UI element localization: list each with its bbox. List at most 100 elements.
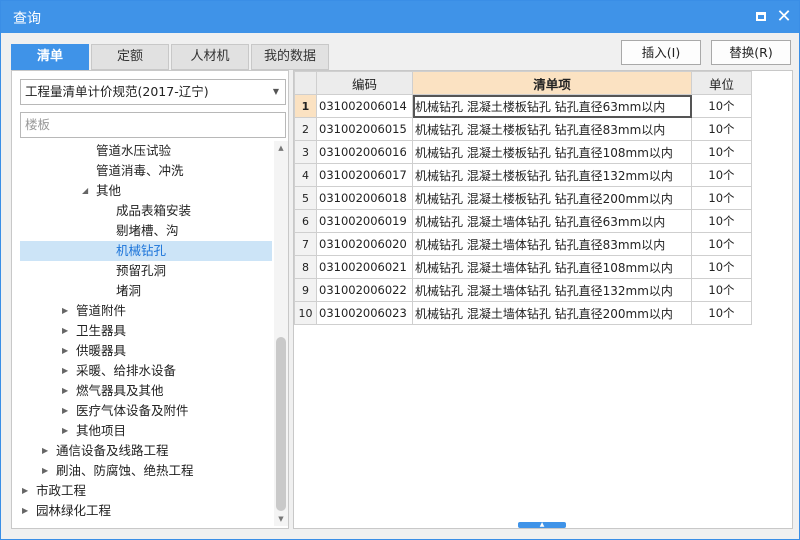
tree-item[interactable]: ▶ 其他项目 [20,421,272,441]
unit-cell[interactable]: 10个 [691,94,752,118]
tree-item[interactable]: 堵洞 [20,281,272,301]
chevron-right-icon[interactable]: ▶ [62,321,68,341]
name-cell[interactable]: 机械钻孔 混凝土楼板钻孔 钻孔直径108mm以内 [412,140,692,164]
table-row[interactable]: 8 031002006021 机械钻孔 混凝土墙体钻孔 钻孔直径108mm以内 10个 [294,255,752,279]
chevron-right-icon[interactable]: ▶ [62,361,68,381]
unit-cell[interactable]: 10个 [691,163,752,187]
code-cell[interactable]: 031002006017 [316,163,413,187]
table-row[interactable]: 1 031002006014 机械钻孔 混凝土楼板钻孔 钻孔直径63mm以内 10个 [294,94,752,118]
name-cell[interactable]: 机械钻孔 混凝土楼板钻孔 钻孔直径200mm以内 [412,186,692,210]
name-cell[interactable]: 机械钻孔 混凝土楼板钻孔 钻孔直径132mm以内 [412,163,692,187]
tree-item[interactable]: 机械钻孔 [20,241,272,261]
tab-my-data[interactable]: 我的数据 [251,44,329,70]
chevron-right-icon[interactable]: ▶ [62,381,68,401]
unit-cell[interactable]: 10个 [691,301,752,325]
unit-cell[interactable]: 10个 [691,255,752,279]
row-number[interactable]: 1 [294,94,317,118]
maximize-icon[interactable] [751,7,771,27]
code-cell[interactable]: 031002006021 [316,255,413,279]
tree-item[interactable]: 管道水压试验 [20,141,272,161]
table-row[interactable]: 9 031002006022 机械钻孔 混凝土墙体钻孔 钻孔直径132mm以内 10个 [294,278,752,302]
code-cell[interactable]: 031002006014 [316,94,413,118]
table-row[interactable]: 6 031002006019 机械钻孔 混凝土墙体钻孔 钻孔直径63mm以内 10个 [294,209,752,233]
table-row[interactable]: 10 031002006023 机械钻孔 混凝土墙体钻孔 钻孔直径200mm以内 10… [294,301,752,325]
code-cell[interactable]: 031002006016 [316,140,413,164]
close-icon[interactable]: ✕ [774,7,794,27]
tab-quota[interactable]: 定额 [91,44,169,70]
tree-scrollbar[interactable]: ▲ ▼ [274,141,288,526]
tree-item[interactable]: ▶ 供暖器具 [20,341,272,361]
chevron-right-icon[interactable]: ▶ [62,421,68,441]
tree-item[interactable]: ◢ 其他 [20,181,272,201]
row-number[interactable]: 8 [294,255,317,279]
row-number[interactable]: 9 [294,278,317,302]
scroll-up-icon[interactable]: ▲ [274,141,288,155]
tree-item[interactable]: ▶ 医疗气体设备及附件 [20,401,272,421]
tree-item[interactable]: ▶ 卫生器具 [20,321,272,341]
chevron-right-icon[interactable]: ▶ [42,461,48,481]
tree-item[interactable]: ▶ 园林绿化工程 [20,501,272,521]
chevron-right-icon[interactable]: ▶ [62,341,68,361]
row-number[interactable]: 4 [294,163,317,187]
chevron-right-icon[interactable]: ▶ [62,301,68,321]
tree-item[interactable]: 剔堵槽、沟 [20,221,272,241]
row-number[interactable]: 10 [294,301,317,325]
unit-cell[interactable]: 10个 [691,140,752,164]
row-number[interactable]: 5 [294,186,317,210]
chevron-right-icon[interactable]: ▶ [22,501,28,521]
name-cell[interactable]: 机械钻孔 混凝土墙体钻孔 钻孔直径200mm以内 [412,301,692,325]
row-number[interactable]: 3 [294,140,317,164]
table-row[interactable]: 3 031002006016 机械钻孔 混凝土楼板钻孔 钻孔直径108mm以内 10个 [294,140,752,164]
scrollbar-thumb[interactable] [276,337,286,511]
unit-cell[interactable]: 10个 [691,278,752,302]
table-row[interactable]: 5 031002006018 机械钻孔 混凝土楼板钻孔 钻孔直径200mm以内 10个 [294,186,752,210]
scroll-down-icon[interactable]: ▼ [274,512,288,526]
row-number[interactable]: 2 [294,117,317,141]
spec-select[interactable]: 工程量清单计价规范(2017-辽宁) ▼ [20,79,286,105]
name-cell[interactable]: 机械钻孔 混凝土墙体钻孔 钻孔直径108mm以内 [412,255,692,279]
tree-item[interactable]: ▶ 燃气器具及其他 [20,381,272,401]
tree-item[interactable]: 管道消毒、冲洗 [20,161,272,181]
tree-item[interactable]: ▶ 采暖、给排水设备 [20,361,272,381]
name-cell[interactable]: 机械钻孔 混凝土楼板钻孔 钻孔直径63mm以内 [412,94,692,118]
insert-button[interactable]: 插入(I) [621,40,701,65]
code-cell[interactable]: 031002006023 [316,301,413,325]
code-cell[interactable]: 031002006015 [316,117,413,141]
tree-item[interactable]: ▶ 通信设备及线路工程 [20,441,272,461]
tree-item[interactable]: 成品表箱安装 [20,201,272,221]
name-cell[interactable]: 机械钻孔 混凝土墙体钻孔 钻孔直径132mm以内 [412,278,692,302]
replace-button[interactable]: 替换(R) [711,40,791,65]
tree-item[interactable]: ▶ 刷油、防腐蚀、绝热工程 [20,461,272,481]
name-header[interactable]: 清单项 [412,71,692,95]
unit-cell[interactable]: 10个 [691,186,752,210]
chevron-right-icon[interactable]: ▶ [22,481,28,501]
tree-item[interactable]: ▶ 市政工程 [20,481,272,501]
row-number[interactable]: 6 [294,209,317,233]
tab-labor-material[interactable]: 人材机 [171,44,249,70]
chevron-up-icon[interactable]: ▲ [518,522,566,528]
tab-list[interactable]: 清单 [11,44,89,70]
unit-cell[interactable]: 10个 [691,232,752,256]
table-row[interactable]: 2 031002006015 机械钻孔 混凝土楼板钻孔 钻孔直径83mm以内 10个 [294,117,752,141]
chevron-down-icon[interactable]: ◢ [82,181,88,201]
row-number[interactable]: 7 [294,232,317,256]
code-cell[interactable]: 031002006018 [316,186,413,210]
unit-cell[interactable]: 10个 [691,117,752,141]
name-cell[interactable]: 机械钻孔 混凝土墙体钻孔 钻孔直径83mm以内 [412,232,692,256]
code-header[interactable]: 编码 [316,71,413,95]
table-row[interactable]: 4 031002006017 机械钻孔 混凝土楼板钻孔 钻孔直径132mm以内 10个 [294,163,752,187]
unit-cell[interactable]: 10个 [691,209,752,233]
chevron-down-icon[interactable]: ▼ [273,80,279,104]
search-input[interactable]: 楼板 [20,112,286,138]
chevron-right-icon[interactable]: ▶ [42,441,48,461]
code-cell[interactable]: 031002006022 [316,278,413,302]
chevron-right-icon[interactable]: ▶ [62,401,68,421]
code-cell[interactable]: 031002006019 [316,209,413,233]
tree-item[interactable]: ▶ 管道附件 [20,301,272,321]
table-row[interactable]: 7 031002006020 机械钻孔 混凝土墙体钻孔 钻孔直径83mm以内 10个 [294,232,752,256]
name-cell[interactable]: 机械钻孔 混凝土楼板钻孔 钻孔直径83mm以内 [412,117,692,141]
name-cell[interactable]: 机械钻孔 混凝土墙体钻孔 钻孔直径63mm以内 [412,209,692,233]
tree-item[interactable]: 预留孔洞 [20,261,272,281]
code-cell[interactable]: 031002006020 [316,232,413,256]
unit-header[interactable]: 单位 [691,71,752,95]
